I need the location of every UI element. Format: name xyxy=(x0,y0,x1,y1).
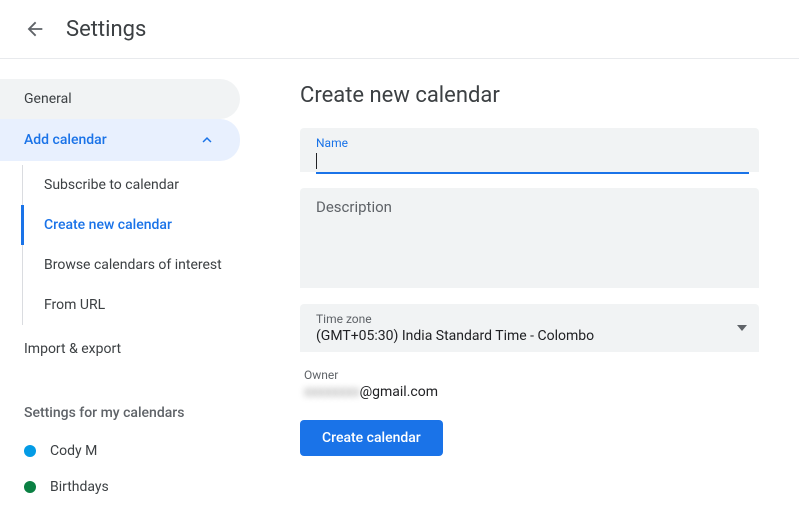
owner-block: Owner xxxxxxxx@gmail.com xyxy=(300,368,759,400)
sidebar-subitem-subscribe[interactable]: Subscribe to calendar xyxy=(21,165,260,205)
owner-domain: @gmail.com xyxy=(360,384,438,400)
calendar-color-dot xyxy=(24,445,36,457)
name-label: Name xyxy=(316,136,743,150)
page-title: Settings xyxy=(66,17,146,42)
settings-header: Settings xyxy=(0,0,799,59)
owner-label: Owner xyxy=(304,368,759,382)
content-area: General Add calendar Subscribe to calend… xyxy=(0,59,799,505)
calendar-label: Cody M xyxy=(50,443,97,459)
timezone-text: Time zone (GMT+05:30) India Standard Tim… xyxy=(316,312,594,344)
calendar-list-item[interactable]: Cody M xyxy=(0,433,260,469)
sidebar-item-general[interactable]: General xyxy=(0,79,240,119)
timezone-label: Time zone xyxy=(316,312,594,326)
name-underline xyxy=(316,172,749,174)
sidebar-subitem-create-new[interactable]: Create new calendar xyxy=(21,205,260,245)
dropdown-arrow-icon xyxy=(737,325,747,331)
sidebar: General Add calendar Subscribe to calend… xyxy=(0,59,260,505)
sidebar-item-import-export[interactable]: Import & export xyxy=(0,329,260,369)
form-title: Create new calendar xyxy=(300,83,759,108)
timezone-value: (GMT+05:30) India Standard Time - Colomb… xyxy=(316,328,594,344)
name-input[interactable] xyxy=(317,152,743,170)
description-field[interactable]: Description xyxy=(300,188,759,288)
sidebar-subitem-browse[interactable]: Browse calendars of interest xyxy=(21,245,260,285)
add-calendar-label: Add calendar xyxy=(24,132,107,148)
name-field[interactable]: Name xyxy=(300,128,759,172)
sidebar-item-add-calendar[interactable]: Add calendar xyxy=(0,119,240,161)
main-panel: Create new calendar Name Description Tim… xyxy=(260,59,799,505)
description-label: Description xyxy=(316,198,743,216)
create-calendar-button[interactable]: Create calendar xyxy=(300,420,443,456)
chevron-up-icon xyxy=(198,131,216,149)
owner-value: xxxxxxxx@gmail.com xyxy=(304,384,759,400)
sidebar-heading-my-calendars: Settings for my calendars xyxy=(0,393,260,433)
sidebar-subitem-from-url[interactable]: From URL xyxy=(21,285,260,325)
timezone-field[interactable]: Time zone (GMT+05:30) India Standard Tim… xyxy=(300,304,759,352)
owner-masked: xxxxxxxx xyxy=(304,384,360,400)
calendar-list-item[interactable]: Birthdays xyxy=(0,469,260,505)
back-arrow-icon[interactable] xyxy=(20,14,50,44)
calendar-label: Birthdays xyxy=(50,479,109,495)
add-calendar-submenu: Subscribe to calendar Create new calenda… xyxy=(22,165,260,325)
calendar-color-dot xyxy=(24,481,36,493)
